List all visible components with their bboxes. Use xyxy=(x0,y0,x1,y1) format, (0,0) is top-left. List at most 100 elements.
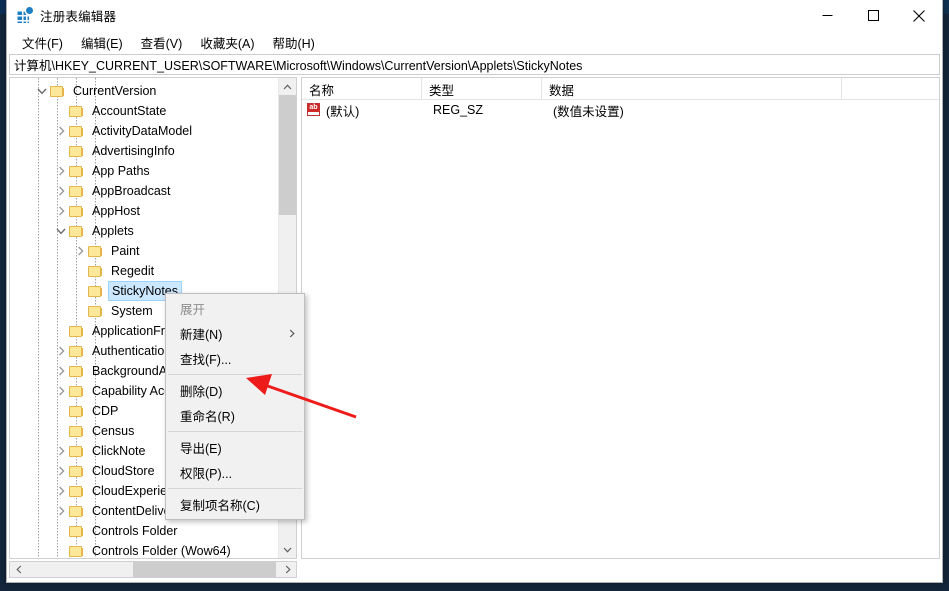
menu-help[interactable]: 帮助(H) xyxy=(264,31,322,54)
tree-item-label: CloudStore xyxy=(92,464,155,478)
tree-item-label: AccountState xyxy=(92,104,167,118)
tree-item-label: Authentication xyxy=(92,344,172,358)
regedit-window: 注册表编辑器 文件(F) 编辑(E) 查看(V) 收藏夹(A) 帮助(H) 计算… xyxy=(6,0,943,583)
menu-view[interactable]: 查看(V) xyxy=(133,31,191,54)
tree-item[interactable]: Controls Folder (Wow64) xyxy=(10,541,280,558)
chevron-right-icon[interactable] xyxy=(53,161,69,181)
folder-icon xyxy=(69,385,84,398)
scroll-right-icon[interactable] xyxy=(279,562,296,577)
tree-horizontal-scrollbar[interactable] xyxy=(9,561,297,578)
folder-icon xyxy=(69,465,84,478)
tree-item[interactable]: AdvertisingInfo xyxy=(10,141,280,161)
registry-editor-icon xyxy=(16,6,33,24)
folder-icon xyxy=(69,545,84,558)
tree-scroll-thumb[interactable] xyxy=(279,95,296,215)
context-menu-label: 权限(P)... xyxy=(180,467,233,481)
tree-leaf-spacer xyxy=(72,261,88,281)
tree-item[interactable]: AppHost xyxy=(10,201,280,221)
tree-leaf-spacer xyxy=(53,521,69,541)
column-header-name[interactable]: 名称 xyxy=(302,78,422,99)
context-menu-label: 查找(F)... xyxy=(180,353,232,367)
tree-item-label: AdvertisingInfo xyxy=(92,144,175,158)
tree-context-menu: 展开 新建(N) 查找(F)... 删除(D) 重命名(R) 导出(E) 权限(P)... 复… xyxy=(165,293,305,520)
chevron-right-icon[interactable] xyxy=(53,501,69,521)
ctx-new[interactable]: 新建(N) xyxy=(166,321,304,346)
folder-icon xyxy=(69,105,84,118)
folder-icon xyxy=(69,145,84,158)
folder-icon xyxy=(69,365,84,378)
tree-item[interactable]: App Paths xyxy=(10,161,280,181)
window-titlebar[interactable]: 注册表编辑器 xyxy=(7,0,942,31)
chevron-right-icon[interactable] xyxy=(53,361,69,381)
tree-item-label: CurrentVersion xyxy=(73,84,157,98)
window-title: 注册表编辑器 xyxy=(40,10,117,24)
window-controls xyxy=(804,0,942,31)
tree-item-label: App Paths xyxy=(92,164,150,178)
tree-leaf-spacer xyxy=(53,541,69,558)
menu-favorites[interactable]: 收藏夹(A) xyxy=(192,31,262,54)
tree-item[interactable]: ActivityDataModel xyxy=(10,121,280,141)
tree-leaf-spacer xyxy=(53,101,69,121)
scroll-down-icon[interactable] xyxy=(279,541,296,558)
value-row-default[interactable]: ab (默认) REG_SZ (数值未设置) xyxy=(302,100,939,120)
tree-item-label: AppBroadcast xyxy=(92,184,171,198)
context-menu-separator xyxy=(168,488,302,489)
tree-item[interactable]: Controls Folder xyxy=(10,521,280,541)
ctx-copy-key-name[interactable]: 复制项名称(C) xyxy=(166,492,304,517)
folder-icon xyxy=(88,245,103,258)
tree-item[interactable]: CurrentVersion xyxy=(10,81,280,101)
ctx-permissions[interactable]: 权限(P)... xyxy=(166,460,304,485)
menu-edit[interactable]: 编辑(E) xyxy=(73,31,131,54)
chevron-right-icon[interactable] xyxy=(53,481,69,501)
menu-file[interactable]: 文件(F) xyxy=(14,31,71,54)
folder-icon xyxy=(69,325,84,338)
maximize-button[interactable] xyxy=(850,0,896,31)
chevron-down-icon[interactable] xyxy=(34,81,50,101)
minimize-button[interactable] xyxy=(804,0,850,31)
chevron-right-icon[interactable] xyxy=(53,441,69,461)
tree-item-label: Applets xyxy=(92,224,134,238)
chevron-right-icon[interactable] xyxy=(53,381,69,401)
folder-icon xyxy=(88,285,103,298)
address-bar[interactable]: 计算机\HKEY_CURRENT_USER\SOFTWARE\Microsoft… xyxy=(9,54,940,75)
chevron-right-icon[interactable] xyxy=(53,461,69,481)
ctx-find[interactable]: 查找(F)... xyxy=(166,346,304,371)
submenu-chevron-icon xyxy=(289,327,295,341)
chevron-right-icon[interactable] xyxy=(53,201,69,221)
tree-item[interactable]: Regedit xyxy=(10,261,280,281)
tree-item[interactable]: AppBroadcast xyxy=(10,181,280,201)
ctx-rename[interactable]: 重命名(R) xyxy=(166,403,304,428)
close-button[interactable] xyxy=(896,0,942,31)
folder-icon xyxy=(69,405,84,418)
chevron-right-icon[interactable] xyxy=(53,341,69,361)
folder-icon xyxy=(69,165,84,178)
tree-item[interactable]: Applets xyxy=(10,221,280,241)
ctx-export[interactable]: 导出(E) xyxy=(166,435,304,460)
chevron-right-icon[interactable] xyxy=(72,241,88,261)
folder-icon xyxy=(69,185,84,198)
column-header-type[interactable]: 类型 xyxy=(422,78,542,99)
scroll-up-icon[interactable] xyxy=(279,78,296,95)
tree-item-label: ClickNote xyxy=(92,444,146,458)
tree-leaf-spacer xyxy=(72,301,88,321)
tree-item-label: CDP xyxy=(92,404,119,418)
folder-icon xyxy=(69,345,84,358)
column-header-data[interactable]: 数据 xyxy=(542,78,842,99)
chevron-right-icon[interactable] xyxy=(53,181,69,201)
chevron-right-icon[interactable] xyxy=(53,121,69,141)
folder-icon xyxy=(50,85,65,98)
folder-icon xyxy=(69,425,84,438)
hscroll-thumb[interactable] xyxy=(132,562,277,577)
chevron-down-icon[interactable] xyxy=(53,221,69,241)
scroll-left-icon[interactable] xyxy=(10,562,27,577)
ctx-delete[interactable]: 删除(D) xyxy=(166,378,304,403)
registry-path-text: 计算机\HKEY_CURRENT_USER\SOFTWARE\Microsoft… xyxy=(14,59,583,73)
tree-item[interactable]: AccountState xyxy=(10,101,280,121)
value-type: REG_SZ xyxy=(433,103,484,117)
tree-leaf-spacer xyxy=(53,141,69,161)
folder-icon xyxy=(69,225,84,238)
tree-item[interactable]: Paint xyxy=(10,241,280,261)
tree-leaf-spacer xyxy=(53,321,69,341)
hscroll-track[interactable] xyxy=(27,562,279,577)
string-value-icon: ab xyxy=(307,103,322,117)
